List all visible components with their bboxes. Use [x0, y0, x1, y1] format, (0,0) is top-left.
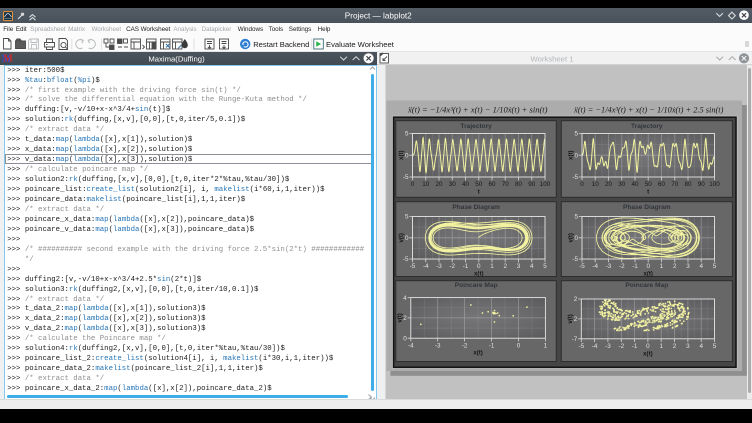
svg-text:30: 30 — [618, 181, 626, 188]
svg-text:v(t): v(t) — [567, 314, 574, 323]
svg-text:100: 100 — [709, 181, 720, 188]
svg-text:-5: -5 — [579, 263, 585, 270]
svg-text:4: 4 — [403, 295, 407, 302]
svg-text:-3: -3 — [605, 343, 611, 350]
svg-text:-1: -1 — [632, 343, 638, 350]
svg-text:x(t): x(t) — [398, 150, 405, 159]
svg-text:-5: -5 — [572, 256, 578, 263]
svg-text:60: 60 — [658, 181, 666, 188]
svg-text:20: 20 — [435, 181, 443, 188]
svg-text:-2: -2 — [619, 263, 625, 270]
svg-text:10: 10 — [592, 181, 600, 188]
svg-text:-4: -4 — [408, 342, 414, 349]
svg-text:90: 90 — [698, 181, 706, 188]
svg-text:-4: -4 — [592, 263, 598, 270]
svg-text:40: 40 — [462, 181, 470, 188]
svg-text:2: 2 — [673, 343, 677, 350]
svg-text:Phase Diagram: Phase Diagram — [623, 204, 671, 211]
svg-text:100: 100 — [540, 181, 551, 188]
svg-text:0: 0 — [580, 181, 584, 188]
svg-text:0: 0 — [411, 181, 415, 188]
svg-text:v(t): v(t) — [398, 233, 405, 242]
svg-text:40: 40 — [631, 181, 639, 188]
svg-text:90: 90 — [528, 181, 536, 188]
svg-text:Trajectory: Trajectory — [460, 123, 492, 130]
svg-text:x(t): x(t) — [474, 271, 483, 278]
svg-text:3: 3 — [517, 263, 521, 270]
svg-text:1: 1 — [490, 263, 494, 270]
svg-text:0: 0 — [477, 263, 481, 270]
svg-text:5: 5 — [405, 214, 409, 221]
svg-text:3: 3 — [686, 263, 690, 270]
svg-text:-3: -3 — [436, 263, 442, 270]
svg-text:-5: -5 — [403, 256, 409, 263]
svg-text:50: 50 — [475, 181, 483, 188]
svg-text:-2: -2 — [449, 263, 455, 270]
svg-text:-5: -5 — [403, 174, 409, 181]
svg-text:30: 30 — [449, 181, 457, 188]
svg-text:-4: -4 — [592, 343, 598, 350]
svg-text:x(t): x(t) — [473, 350, 482, 357]
svg-text:5: 5 — [405, 131, 409, 138]
svg-text:1: 1 — [544, 342, 548, 349]
svg-text:-1: -1 — [632, 263, 638, 270]
svg-text:-7: -7 — [572, 336, 578, 343]
svg-text:Trajectory: Trajectory — [631, 123, 663, 130]
svg-text:0: 0 — [646, 343, 650, 350]
svg-text:0: 0 — [403, 335, 407, 342]
svg-text:v(t): v(t) — [396, 313, 403, 322]
svg-text:10: 10 — [422, 181, 430, 188]
svg-text:-1: -1 — [463, 263, 469, 270]
svg-text:ẍ(t) = −1/4x³(t) + x(t) − 1/1: ẍ(t) = −1/4x³(t) + x(t) − 1/10ẋ(t) + s… — [407, 105, 548, 114]
svg-text:80: 80 — [515, 181, 523, 188]
svg-text:0: 0 — [646, 263, 650, 270]
svg-text:70: 70 — [502, 181, 510, 188]
svg-text:0: 0 — [405, 235, 409, 242]
svg-text:5: 5 — [713, 263, 717, 270]
svg-text:70: 70 — [671, 181, 679, 188]
svg-text:4: 4 — [699, 343, 703, 350]
svg-text:v(t): v(t) — [568, 233, 575, 242]
svg-text:Poincare Map: Poincare Map — [625, 282, 668, 289]
svg-text:0: 0 — [574, 235, 578, 242]
svg-text:60: 60 — [488, 181, 496, 188]
svg-text:0: 0 — [405, 152, 409, 159]
svg-text:0: 0 — [517, 342, 521, 349]
svg-text:x(t): x(t) — [643, 350, 652, 357]
svg-text:2: 2 — [574, 296, 578, 303]
svg-text:ẍ(t) = −1/4x³(t) + x(t) − 1/1: ẍ(t) = −1/4x³(t) + x(t) − 1/10ẋ(t) + 2… — [573, 105, 724, 114]
svg-text:20: 20 — [605, 181, 613, 188]
svg-text:3: 3 — [686, 343, 690, 350]
svg-text:-5: -5 — [578, 343, 584, 350]
svg-text:0: 0 — [574, 152, 578, 159]
svg-text:Phase Diagram: Phase Diagram — [452, 204, 500, 211]
svg-text:x(t): x(t) — [568, 150, 575, 159]
svg-text:-2: -2 — [618, 343, 624, 350]
svg-text:-2: -2 — [462, 342, 468, 349]
svg-text:-5: -5 — [410, 263, 416, 270]
svg-text:-5: -5 — [572, 174, 578, 181]
svg-text:5: 5 — [543, 263, 547, 270]
svg-text:t: t — [647, 189, 649, 196]
svg-text:5: 5 — [713, 343, 717, 350]
svg-text:-1: -1 — [489, 342, 495, 349]
svg-text:2: 2 — [503, 263, 507, 270]
svg-text:t: t — [478, 189, 480, 196]
svg-text:2: 2 — [673, 263, 677, 270]
svg-text:2: 2 — [403, 315, 407, 322]
svg-text:50: 50 — [645, 181, 653, 188]
svg-text:1: 1 — [660, 263, 664, 270]
svg-text:-3: -3 — [435, 342, 441, 349]
svg-text:4: 4 — [530, 263, 534, 270]
svg-text:80: 80 — [684, 181, 692, 188]
svg-text:4: 4 — [699, 263, 703, 270]
svg-text:-3: -3 — [606, 263, 612, 270]
svg-text:x(t): x(t) — [643, 271, 652, 278]
svg-text:5: 5 — [574, 131, 578, 138]
svg-text:-4: -4 — [423, 263, 429, 270]
svg-text:5: 5 — [574, 214, 578, 221]
svg-text:Poincare Map: Poincare Map — [455, 282, 498, 289]
svg-text:1: 1 — [659, 343, 663, 350]
